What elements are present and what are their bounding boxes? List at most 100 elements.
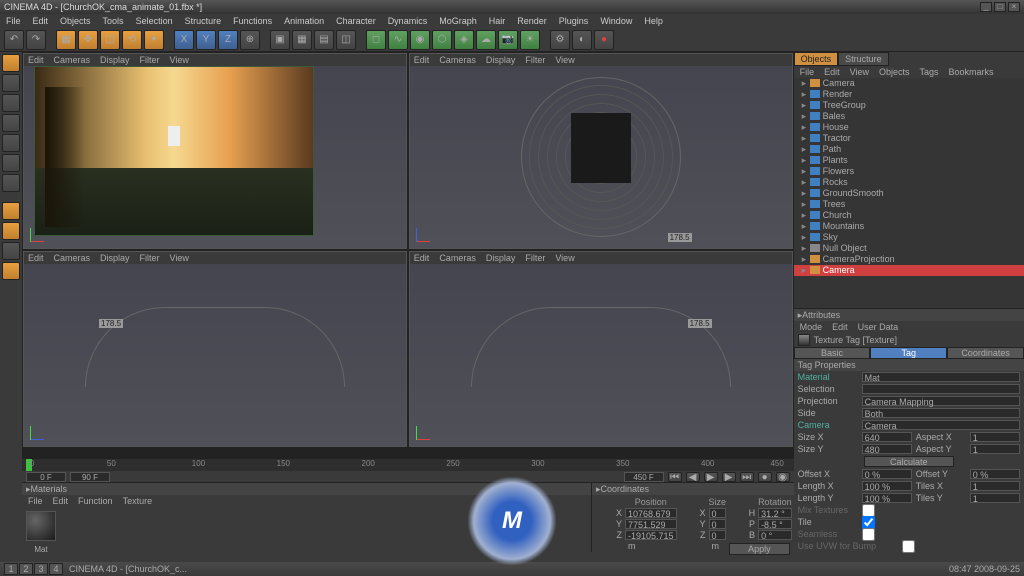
maximize-button[interactable]: □: [994, 2, 1006, 12]
tool-icon[interactable]: ✦: [144, 30, 164, 50]
render-icon[interactable]: ▣: [270, 30, 290, 50]
object-tree-item[interactable]: ▸Mountains: [794, 221, 1024, 232]
vp-menu-display[interactable]: Display: [100, 55, 130, 65]
size-x-field[interactable]: 0 m: [709, 508, 727, 518]
goto-start-icon[interactable]: ⏮: [668, 472, 682, 482]
apply-button[interactable]: Apply: [729, 543, 790, 555]
offsetx-field[interactable]: 0 %: [862, 469, 912, 479]
object-tree-item[interactable]: ▸Tractor: [794, 133, 1024, 144]
vp-menu-display[interactable]: Display: [486, 55, 516, 65]
object-tree-item[interactable]: ▸Camera: [794, 265, 1024, 276]
vp-menu-edit[interactable]: Edit: [414, 253, 430, 263]
undo-icon[interactable]: ↶: [4, 30, 24, 50]
vp-menu-filter[interactable]: Filter: [140, 55, 160, 65]
material-thumbnail[interactable]: [26, 511, 56, 541]
vp-menu-view[interactable]: View: [555, 253, 574, 263]
object-tree-item[interactable]: ▸Bales: [794, 111, 1024, 122]
viewport-canvas[interactable]: 178.5: [410, 66, 792, 248]
uvw-checkbox[interactable]: [902, 540, 915, 553]
attr-menu-edit[interactable]: Edit: [832, 322, 848, 332]
tilesx-field[interactable]: 1: [970, 481, 1020, 491]
object-tree-item[interactable]: ▸Church: [794, 210, 1024, 221]
object-tree-item[interactable]: ▸House: [794, 122, 1024, 133]
close-button[interactable]: ×: [1008, 2, 1020, 12]
vp-menu-cameras[interactable]: Cameras: [54, 55, 91, 65]
size-y-field[interactable]: 0 m: [709, 519, 727, 529]
menu-file[interactable]: File: [6, 16, 21, 26]
vp-menu-view[interactable]: View: [170, 55, 189, 65]
side-dropdown[interactable]: Both: [862, 408, 1020, 418]
add-cube-icon[interactable]: ◻: [366, 30, 386, 50]
menu-structure[interactable]: Structure: [185, 16, 222, 26]
lengthx-field[interactable]: 100 %: [862, 481, 912, 491]
end-frame-field[interactable]: 450 F: [624, 472, 664, 482]
menu-selection[interactable]: Selection: [136, 16, 173, 26]
mat-menu-function[interactable]: Function: [78, 496, 113, 506]
menu-mograph[interactable]: MoGraph: [439, 16, 477, 26]
vp-menu-cameras[interactable]: Cameras: [439, 253, 476, 263]
misc-tool2-icon[interactable]: ◐: [572, 30, 592, 50]
selection-field[interactable]: [862, 384, 1020, 394]
menu-window[interactable]: Window: [600, 16, 632, 26]
object-tree-item[interactable]: ▸TreeGroup: [794, 100, 1024, 111]
redo-icon[interactable]: ↷: [26, 30, 46, 50]
object-tree-item[interactable]: ▸Render: [794, 89, 1024, 100]
object-tree[interactable]: ▸Camera ▸Render▸TreeGroup▸Bales▸House▸Tra…: [794, 78, 1024, 308]
layout-tab-4[interactable]: 4: [49, 563, 63, 575]
add-deformer-icon[interactable]: ◈: [454, 30, 474, 50]
viewport-perspective[interactable]: Edit Cameras Display Filter View Perspec…: [23, 53, 407, 249]
scale-tool-icon[interactable]: ◫: [100, 30, 120, 50]
object-tree-item[interactable]: ▸Trees: [794, 199, 1024, 210]
point-mode-icon[interactable]: [2, 114, 20, 132]
seamless-checkbox[interactable]: [862, 528, 875, 541]
menu-edit[interactable]: Edit: [33, 16, 49, 26]
coord-system-icon[interactable]: ⊕: [240, 30, 260, 50]
record-key-icon[interactable]: ●: [758, 472, 772, 482]
polygon-mode-icon[interactable]: [2, 154, 20, 172]
timeline-ruler[interactable]: 0 50 100 150 200 250 300 350 400 450: [22, 459, 794, 471]
add-light-icon[interactable]: ☀: [520, 30, 540, 50]
add-generator-icon[interactable]: ⬡: [432, 30, 452, 50]
vp-menu-filter[interactable]: Filter: [525, 253, 545, 263]
size-z-field[interactable]: 0 m: [709, 530, 727, 540]
tab-basic[interactable]: Basic: [794, 347, 871, 359]
edge-mode-icon[interactable]: [2, 134, 20, 152]
menu-animation[interactable]: Animation: [284, 16, 324, 26]
tab-coordinates[interactable]: Coordinates: [947, 347, 1024, 359]
current-frame-field[interactable]: 90 F: [70, 472, 110, 482]
menu-objects[interactable]: Objects: [60, 16, 91, 26]
render-settings-icon[interactable]: ▤: [314, 30, 334, 50]
vp-menu-cameras[interactable]: Cameras: [439, 55, 476, 65]
picture-viewer-icon[interactable]: ◫: [336, 30, 356, 50]
sizex-field[interactable]: 640: [862, 432, 912, 442]
tab-objects[interactable]: Objects: [794, 52, 839, 66]
aspecty-field[interactable]: 1: [970, 444, 1020, 454]
calculate-button[interactable]: Calculate: [864, 456, 954, 467]
move-tool-icon[interactable]: ✥: [78, 30, 98, 50]
snap-icon[interactable]: [2, 202, 20, 220]
viewport-canvas[interactable]: 178.5: [410, 264, 792, 446]
minimize-button[interactable]: _: [980, 2, 992, 12]
object-tree-item[interactable]: ▸CameraProjection: [794, 254, 1024, 265]
object-tree-item[interactable]: ▸Sky: [794, 232, 1024, 243]
aspectx-field[interactable]: 1: [970, 432, 1020, 442]
menu-dynamics[interactable]: Dynamics: [388, 16, 428, 26]
snap2-icon[interactable]: [2, 222, 20, 240]
pos-x-field[interactable]: 10768.679 m: [625, 508, 677, 518]
add-spline-icon[interactable]: ∿: [388, 30, 408, 50]
obj-menu-view[interactable]: View: [850, 67, 869, 77]
object-tree-item[interactable]: ▸Path: [794, 144, 1024, 155]
viewport-top[interactable]: Edit Cameras Display Filter View Top 178…: [409, 53, 793, 249]
attr-menu-userdata[interactable]: User Data: [858, 322, 899, 332]
model-mode-icon[interactable]: [2, 54, 20, 72]
obj-menu-file[interactable]: File: [800, 67, 815, 77]
axis-z-icon[interactable]: Z: [218, 30, 238, 50]
start-frame-field[interactable]: 0 F: [26, 472, 66, 482]
camera-field[interactable]: Camera: [862, 420, 1020, 430]
mat-menu-texture[interactable]: Texture: [123, 496, 153, 506]
viewport-canvas[interactable]: [24, 66, 406, 248]
vp-menu-filter[interactable]: Filter: [140, 253, 160, 263]
pos-z-field[interactable]: -19105.715 m: [625, 530, 677, 540]
menu-functions[interactable]: Functions: [233, 16, 272, 26]
vp-menu-display[interactable]: Display: [100, 253, 130, 263]
